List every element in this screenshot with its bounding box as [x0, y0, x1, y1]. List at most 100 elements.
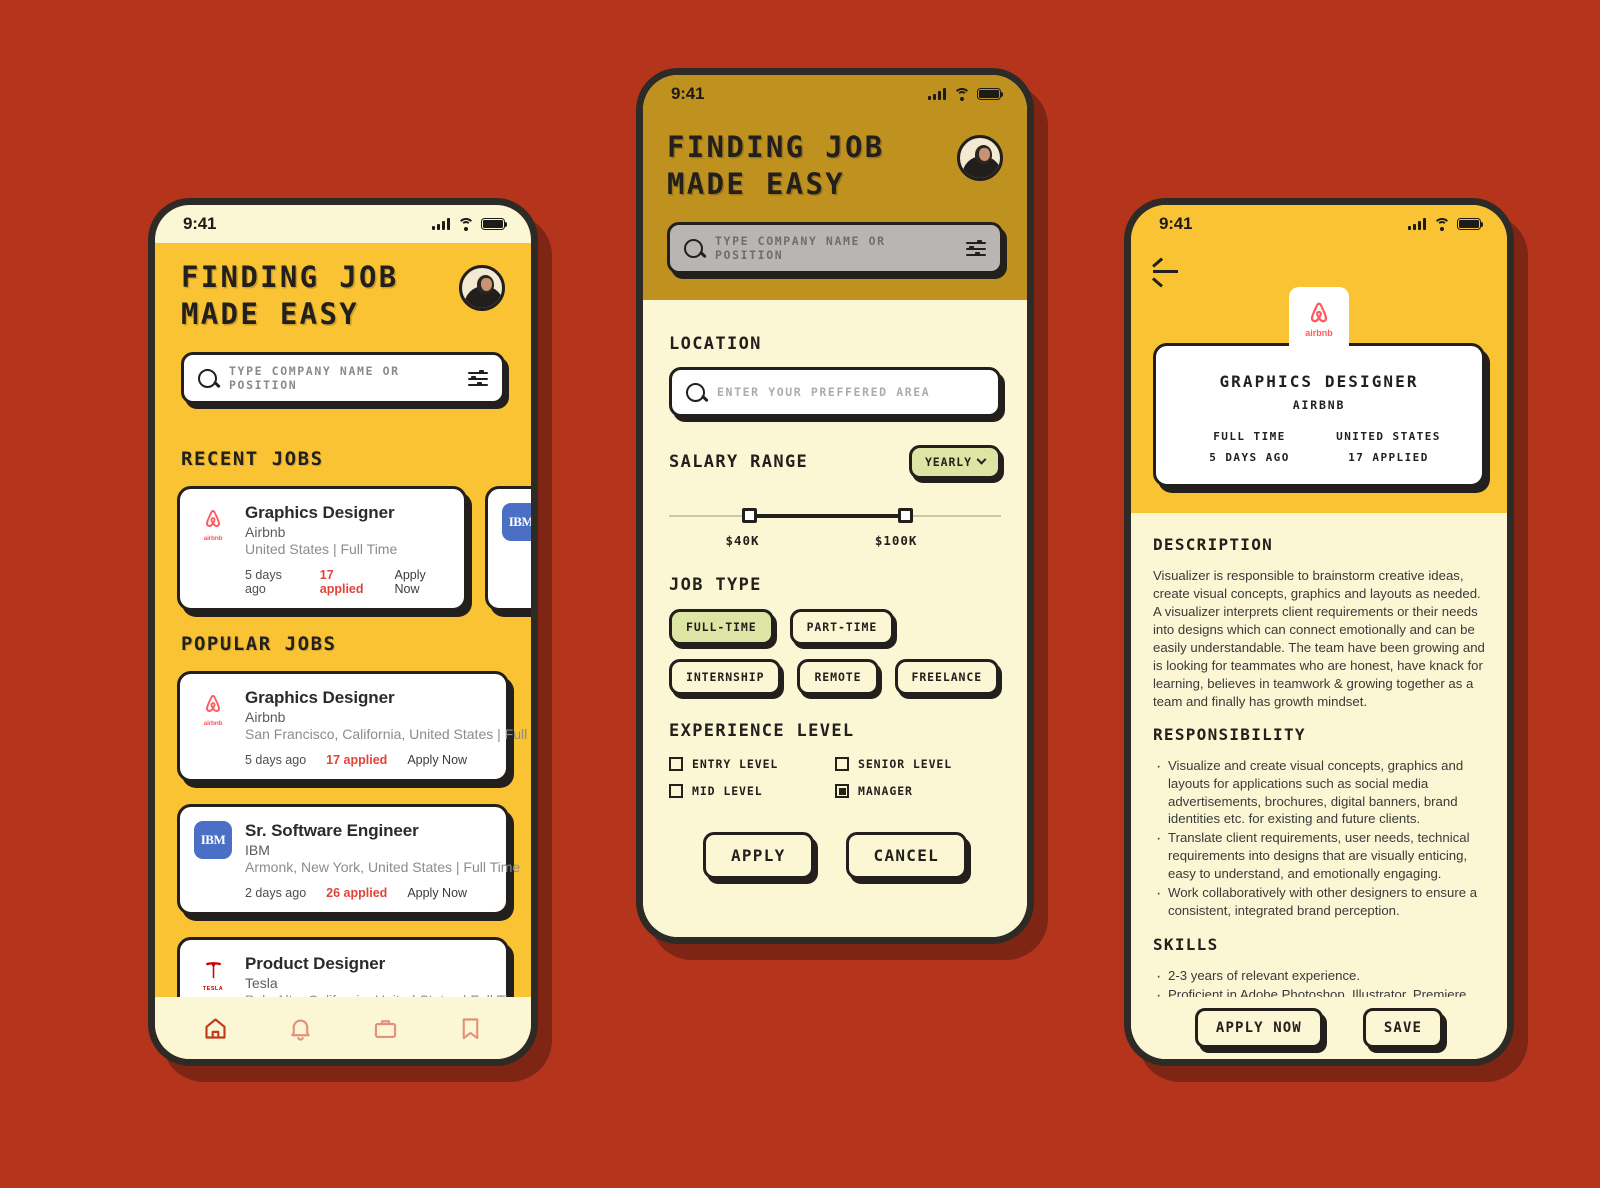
- job-company: AIRBNB: [1292, 398, 1346, 412]
- job-location: United States | Full Time: [245, 541, 398, 558]
- briefcase-icon[interactable]: [372, 1015, 399, 1042]
- status-bar: 9:41: [643, 75, 1027, 113]
- search-input[interactable]: TYPE COMPANY NAME OR POSITION: [667, 222, 1003, 275]
- apply-button[interactable]: APPLY: [702, 832, 814, 880]
- salary-label: SALARY RANGE: [669, 452, 809, 473]
- signal-icon: [928, 88, 946, 100]
- filter-header: FINDING JOB MADE EASY TYPE COMPANY NAME …: [643, 113, 1027, 301]
- search-icon: [198, 368, 217, 388]
- slider-knob-max[interactable]: [898, 508, 914, 524]
- salary-slider[interactable]: [669, 505, 1001, 527]
- status-time: 9:41: [1159, 214, 1193, 233]
- canvas: 9:41 FINDING JOB MADE EASY TYPE COMPANY …: [0, 0, 1600, 1188]
- job-card[interactable]: IBM Sr. Software Engineer IBM Armonk, Ne…: [177, 804, 520, 916]
- checkbox-box[interactable]: [669, 757, 683, 772]
- airbnb-wordmark: airbnb: [1305, 327, 1333, 338]
- list-item: Work collaboratively with other designer…: [1153, 883, 1485, 920]
- checkbox-mid-level[interactable]: MID LEVEL: [669, 784, 835, 799]
- chip-part-time[interactable]: PART-TIME: [789, 609, 895, 646]
- checkbox-box[interactable]: [669, 784, 683, 799]
- job-meta-applied: 17 APPLIED: [1348, 451, 1429, 464]
- checkbox-label: ENTRY LEVEL: [692, 757, 779, 772]
- detail-header: airbnb GRAPHICS DESIGNER AIRBNB FULL TIM…: [1131, 243, 1507, 513]
- bell-icon[interactable]: [287, 1015, 314, 1042]
- job-card[interactable]: IBM Sr. Software Engineer IBM United Sta…: [485, 486, 531, 612]
- filter-sliders-icon[interactable]: [468, 369, 488, 387]
- job-meta-age: 5 DAYS AGO: [1209, 451, 1290, 464]
- bottom-nav: [155, 997, 531, 1059]
- phone-filter: 9:41 FINDING JOB MADE EASY TYPE COMPANY …: [636, 68, 1034, 944]
- ibm-logo: IBM: [194, 821, 232, 860]
- status-icons: [928, 87, 1004, 101]
- checkbox-label: MID LEVEL: [692, 784, 763, 799]
- search-placeholder: TYPE COMPANY NAME OR POSITION: [715, 234, 886, 263]
- responsibility-heading: RESPONSIBILITY: [1153, 724, 1306, 744]
- chip-internship[interactable]: INTERNSHIP: [669, 659, 782, 696]
- search-icon: [684, 238, 703, 258]
- job-company: IBM: [245, 842, 270, 859]
- filter-sliders-icon[interactable]: [966, 239, 986, 257]
- job-applied: 17 applied: [326, 753, 388, 768]
- airbnb-logo: airbnb: [1289, 287, 1349, 349]
- wifi-icon: [457, 217, 474, 231]
- signal-icon: [1408, 218, 1426, 230]
- save-button[interactable]: SAVE: [1362, 1008, 1444, 1048]
- apply-now-button[interactable]: APPLY NOW: [1194, 1008, 1323, 1048]
- tesla-logo: TESLA: [194, 954, 232, 992]
- phone-home: 9:41 FINDING JOB MADE EASY TYPE COMPANY …: [148, 198, 538, 1066]
- salary-max-label: $100K: [874, 533, 918, 549]
- detail-actions: APPLY NOW SAVE: [1131, 997, 1507, 1059]
- recent-jobs-list[interactable]: airbnb Graphics Designer Airbnb United S…: [177, 486, 531, 612]
- job-company: Airbnb: [245, 709, 286, 726]
- list-item: 2-3 years of relevant experience.: [1153, 966, 1485, 988]
- home-screen: 9:41 FINDING JOB MADE EASY TYPE COMPANY …: [155, 205, 531, 1059]
- search-placeholder: TYPE COMPANY NAME OR POSITION: [229, 364, 400, 393]
- checkbox-manager[interactable]: MANAGER: [835, 784, 1001, 799]
- back-arrow-icon[interactable]: [1152, 257, 1179, 287]
- location-input[interactable]: ENTER YOUR PREFFERED AREA: [669, 367, 1001, 418]
- chip-full-time[interactable]: FULL-TIME: [669, 609, 774, 646]
- job-title: Product Designer: [245, 954, 386, 974]
- salary-period-dropdown[interactable]: YEARLY: [908, 445, 1001, 480]
- job-meta-grid: FULL TIME UNITED STATES 5 DAYS AGO 17 AP…: [1180, 430, 1458, 464]
- slider-labels: $40K $100K: [669, 533, 1001, 551]
- search-icon: [686, 382, 705, 402]
- popular-jobs-list: airbnb Graphics Designer Airbnb San Fran…: [177, 671, 531, 1024]
- chip-freelance[interactable]: FREELANCE: [894, 659, 1000, 696]
- home-icon[interactable]: [202, 1015, 229, 1042]
- job-card[interactable]: airbnb Graphics Designer Airbnb United S…: [177, 486, 467, 612]
- bookmark-icon[interactable]: [457, 1015, 484, 1042]
- chevron-down-icon: [976, 454, 987, 465]
- location-placeholder: ENTER YOUR PREFFERED AREA: [717, 385, 931, 400]
- avatar[interactable]: [459, 265, 505, 311]
- apply-now-link[interactable]: Apply Now: [407, 886, 467, 900]
- checkbox-senior-level[interactable]: SENIOR LEVEL: [835, 757, 1001, 772]
- page-title-line2: MADE EASY: [181, 296, 360, 331]
- page-title-line2: MADE EASY: [667, 166, 846, 201]
- job-company: Tesla: [245, 975, 278, 992]
- job-location: Armonk, New York, United States | Full T…: [245, 859, 521, 876]
- apply-now-link[interactable]: Apply Now: [395, 568, 449, 596]
- slider-knob-min[interactable]: [742, 508, 758, 524]
- checkbox-entry-level[interactable]: ENTRY LEVEL: [669, 757, 835, 772]
- checkbox-box[interactable]: [835, 757, 849, 772]
- apply-now-link[interactable]: Apply Now: [407, 753, 467, 767]
- job-title: Sr. Software Engineer: [245, 821, 419, 841]
- battery-icon: [481, 217, 508, 231]
- search-input[interactable]: TYPE COMPANY NAME OR POSITION: [181, 352, 505, 405]
- job-meta-type: FULL TIME: [1213, 430, 1286, 443]
- avatar[interactable]: [957, 135, 1003, 181]
- slider-range-fill: [748, 514, 905, 519]
- list-item: Visualize and create visual concepts, gr…: [1153, 756, 1485, 829]
- job-location: San Francisco, California, United States…: [245, 726, 531, 743]
- checkbox-box[interactable]: [835, 784, 849, 799]
- checkbox-label: SENIOR LEVEL: [858, 757, 953, 772]
- status-time: 9:41: [671, 84, 705, 103]
- chip-remote[interactable]: REMOTE: [797, 659, 879, 696]
- job-applied: 17 applied: [319, 568, 364, 597]
- experience-level-label: EXPERIENCE LEVEL: [669, 721, 855, 742]
- page-title-line1: FINDING JOB: [667, 130, 885, 164]
- job-card[interactable]: airbnb Graphics Designer Airbnb San Fran…: [177, 671, 531, 783]
- wifi-icon: [1433, 217, 1450, 231]
- cancel-button[interactable]: CANCEL: [845, 832, 968, 880]
